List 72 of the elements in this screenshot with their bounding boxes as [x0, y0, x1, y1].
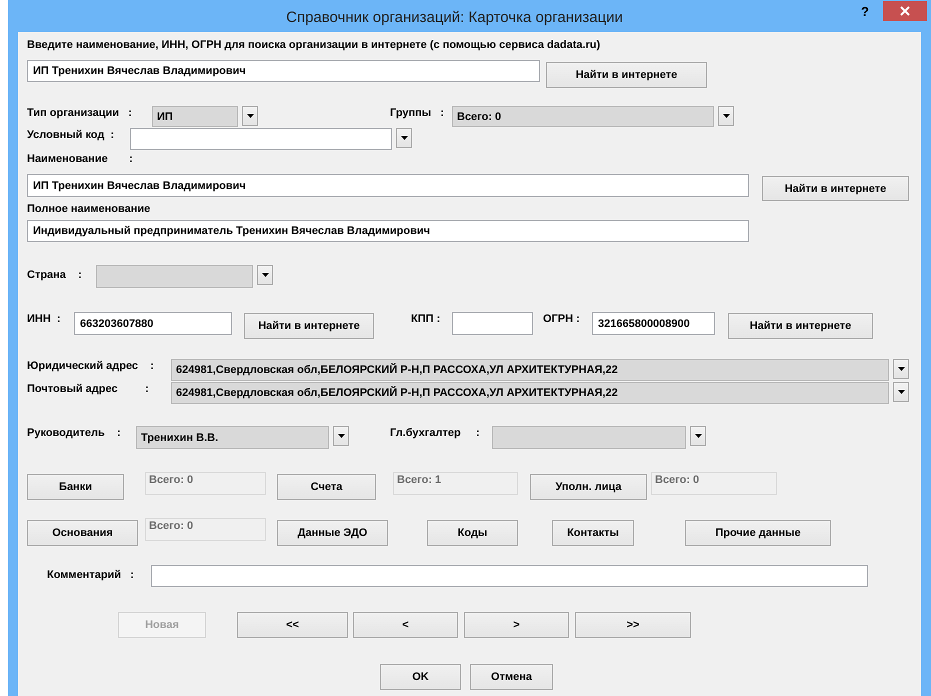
caret-icon: [400, 136, 408, 140]
caret-icon: [694, 434, 702, 438]
dropdown-button[interactable]: [396, 128, 412, 148]
text-field[interactable]: [151, 565, 868, 587]
dropdown-button[interactable]: [893, 359, 909, 379]
combo-field[interactable]: [130, 128, 392, 150]
combo-field[interactable]: [492, 426, 686, 449]
text-field[interactable]: 321665800008900: [592, 312, 715, 335]
field-label: Гл.бухгалтер :: [390, 426, 481, 440]
push-button[interactable]: <<: [237, 612, 348, 638]
combo-field[interactable]: 624981,Свердловская обл,БЕЛОЯРСКИЙ Р-Н,П РАССОХА,УЛ АРХИТЕКТУРНАЯ,22: [171, 382, 889, 404]
field-label: Страна :: [27, 268, 83, 282]
field-label: Условный код :: [27, 128, 116, 142]
push-button[interactable]: Уполн. лица: [530, 474, 647, 500]
combo-field[interactable]: 624981,Свердловская обл,БЕЛОЯРСКИЙ Р-Н,П РАССОХА,УЛ АРХИТЕКТУРНАЯ,22: [171, 359, 889, 381]
dropdown-button[interactable]: [257, 265, 273, 285]
close-icon: [900, 6, 910, 16]
close-button[interactable]: [883, 1, 927, 21]
caret-icon: [262, 273, 268, 277]
push-button[interactable]: >>: [575, 612, 691, 638]
field-label: Введите наименование, ИНН, ОГРН для поиска организации в интернете (с помощью сервиса dadata.ru): [27, 38, 602, 52]
dropdown-button[interactable]: [690, 426, 706, 446]
push-button[interactable]: Отмена: [470, 664, 553, 690]
text-field[interactable]: ИП Тренихин Вячеслав Владимирович: [27, 60, 540, 82]
push-button[interactable]: Счета: [277, 474, 376, 500]
push-button[interactable]: Найти в интернете: [728, 313, 873, 339]
text-field[interactable]: [452, 312, 533, 335]
window-title: Справочник организаций: Карточка организации: [285, 8, 624, 26]
combo-field[interactable]: Всего: 0: [452, 106, 714, 127]
text-field[interactable]: 663203607880: [74, 312, 232, 335]
caret-icon: [338, 434, 344, 438]
field-label: Тип организации :: [27, 106, 133, 120]
field-label: Группы :: [390, 106, 446, 120]
field-label: ОГРН :: [543, 312, 581, 326]
push-button[interactable]: Найти в интернете: [546, 62, 707, 88]
push-button[interactable]: Коды: [427, 520, 518, 546]
caret-icon: [898, 390, 904, 394]
push-button[interactable]: OK: [380, 664, 461, 690]
help-button[interactable]: ?: [861, 4, 869, 18]
count-field: Всего: 0: [145, 518, 266, 541]
field-label: Наименование :: [27, 152, 134, 166]
push-button[interactable]: >: [464, 612, 569, 638]
dropdown-button[interactable]: [333, 426, 349, 446]
caret-icon: [898, 367, 904, 371]
push-button[interactable]: <: [353, 612, 458, 638]
text-field[interactable]: ИП Тренихин Вячеслав Владимирович: [27, 174, 749, 197]
push-button[interactable]: Данные ЭДО: [277, 520, 388, 546]
field-label: Полное наименование: [27, 202, 152, 216]
push-button[interactable]: Контакты: [552, 520, 634, 546]
field-label: Комментарий :: [47, 568, 135, 582]
field-label: Почтовый адрес :: [27, 382, 150, 396]
push-button[interactable]: Банки: [27, 474, 124, 500]
push-button[interactable]: Найти в интернете: [244, 313, 374, 339]
combo-field[interactable]: Тренихин В.В.: [136, 426, 329, 449]
push-button[interactable]: Найти в интернете: [762, 176, 909, 201]
dropdown-button[interactable]: [893, 382, 909, 402]
combo-field[interactable]: [96, 265, 253, 288]
caret-icon: [246, 114, 254, 118]
caret-icon: [722, 114, 730, 118]
dropdown-button[interactable]: [718, 106, 734, 126]
count-field: Всего: 1: [393, 472, 518, 495]
field-label: ИНН :: [27, 312, 62, 326]
count-field: Всего: 0: [651, 472, 777, 495]
push-button[interactable]: Прочие данные: [685, 520, 831, 546]
combo-field[interactable]: ИП: [152, 106, 238, 127]
count-field: Всего: 0: [145, 472, 266, 495]
dropdown-button[interactable]: [242, 106, 258, 126]
push-button[interactable]: Основания: [27, 520, 138, 546]
field-label: Руководитель :: [27, 426, 122, 440]
text-field[interactable]: Индивидуальный предприниматель Тренихин Вячеслав Владимирович: [27, 220, 749, 242]
field-label: КПП :: [411, 312, 442, 326]
field-label: Юридический адрес :: [27, 359, 155, 373]
